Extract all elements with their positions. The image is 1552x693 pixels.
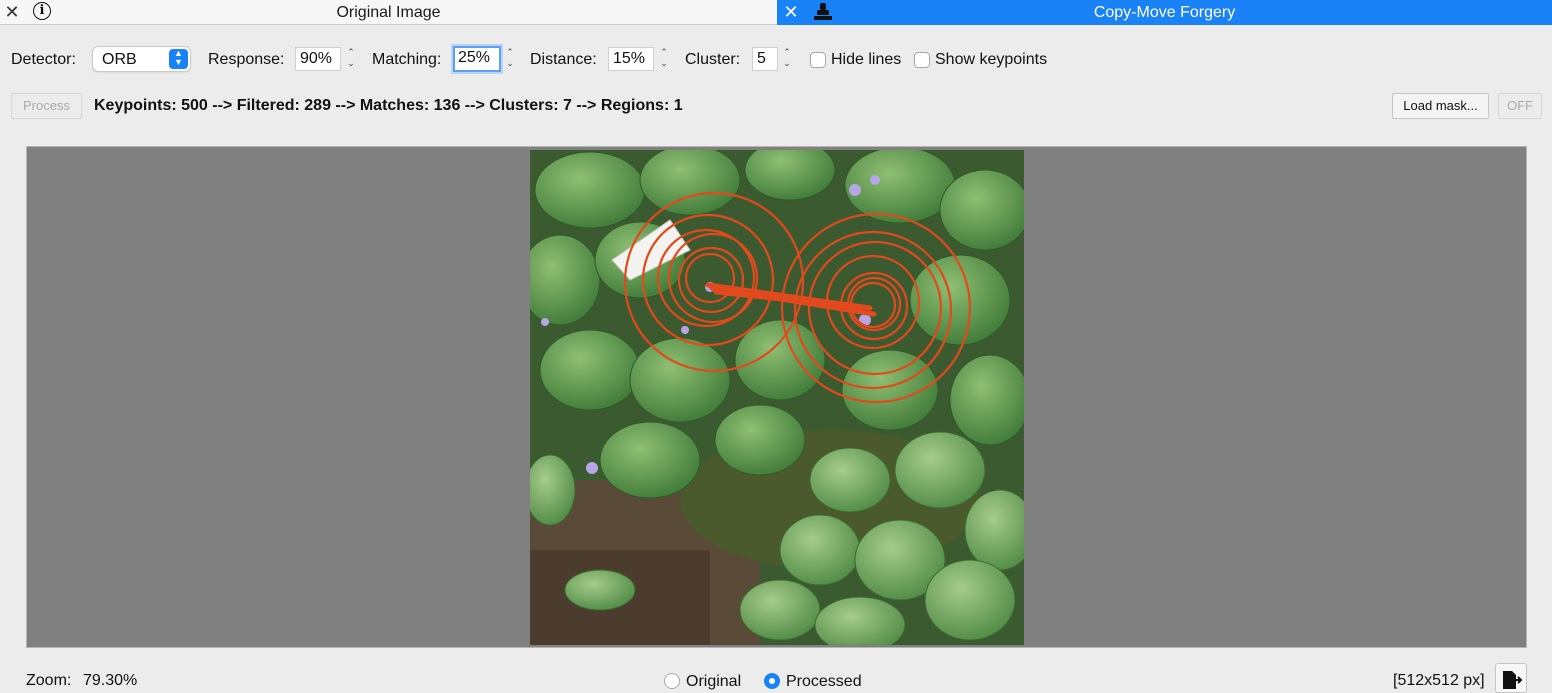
distance-stepper[interactable]: ⌃ ⌄ (657, 47, 671, 71)
tab-title-original: Original Image (336, 4, 441, 21)
cluster-label: Cluster: (685, 51, 741, 68)
response-field[interactable]: 90% (295, 47, 341, 71)
off-button[interactable]: OFF (1498, 93, 1542, 119)
detector-value: ORB (102, 51, 137, 68)
response-stepper[interactable]: ⌃ ⌄ (344, 47, 358, 71)
chevron-updown-icon: ▲ ▼ (169, 49, 188, 69)
hide-lines-checkbox[interactable] (810, 52, 826, 68)
image-viewer[interactable] (26, 146, 1527, 648)
distance-label: Distance: (530, 51, 597, 68)
cluster-field[interactable]: 5 (752, 47, 778, 71)
detector-select[interactable]: ORB ▲ ▼ (92, 46, 191, 72)
radio-original[interactable] (664, 673, 680, 689)
export-icon (1503, 671, 1523, 689)
hide-lines-label[interactable]: Hide lines (831, 50, 901, 70)
distance-field[interactable]: 15% (608, 47, 654, 71)
status-text: Keypoints: 500 --> Filtered: 289 --> Mat… (94, 97, 683, 114)
show-keypoints-label[interactable]: Show keypoints (935, 50, 1047, 70)
process-button[interactable]: Process (11, 93, 82, 119)
tab-copy-move-forgery[interactable]: ✕ Copy-Move Forgery (777, 0, 1552, 25)
detector-label: Detector: (11, 51, 76, 68)
tab-original-image[interactable]: ✕ i Original Image (0, 0, 777, 25)
load-mask-button[interactable]: Load mask... (1392, 93, 1489, 119)
export-button[interactable] (1495, 663, 1527, 693)
cluster-stepper[interactable]: ⌃ ⌄ (780, 47, 794, 71)
tab-title-copy-move: Copy-Move Forgery (1093, 4, 1236, 21)
radio-original-label[interactable]: Original (686, 672, 741, 692)
show-keypoints-checkbox[interactable] (914, 52, 930, 68)
matching-stepper[interactable]: ⌃ ⌄ (503, 47, 517, 71)
tab-bar: ✕ i Original Image ✕ Copy-Move Forgery (0, 0, 1552, 25)
matching-field[interactable]: 25% (453, 46, 501, 72)
stamp-icon (814, 3, 832, 20)
image-size: [512x512 px] (1393, 672, 1485, 689)
processed-image (530, 150, 1024, 645)
radio-processed[interactable] (764, 673, 780, 689)
matching-label: Matching: (372, 51, 442, 68)
radio-processed-label[interactable]: Processed (786, 672, 862, 692)
zoom-value: 79.30% (83, 672, 138, 689)
response-label: Response: (208, 51, 285, 68)
zoom-label: Zoom: (26, 672, 72, 689)
